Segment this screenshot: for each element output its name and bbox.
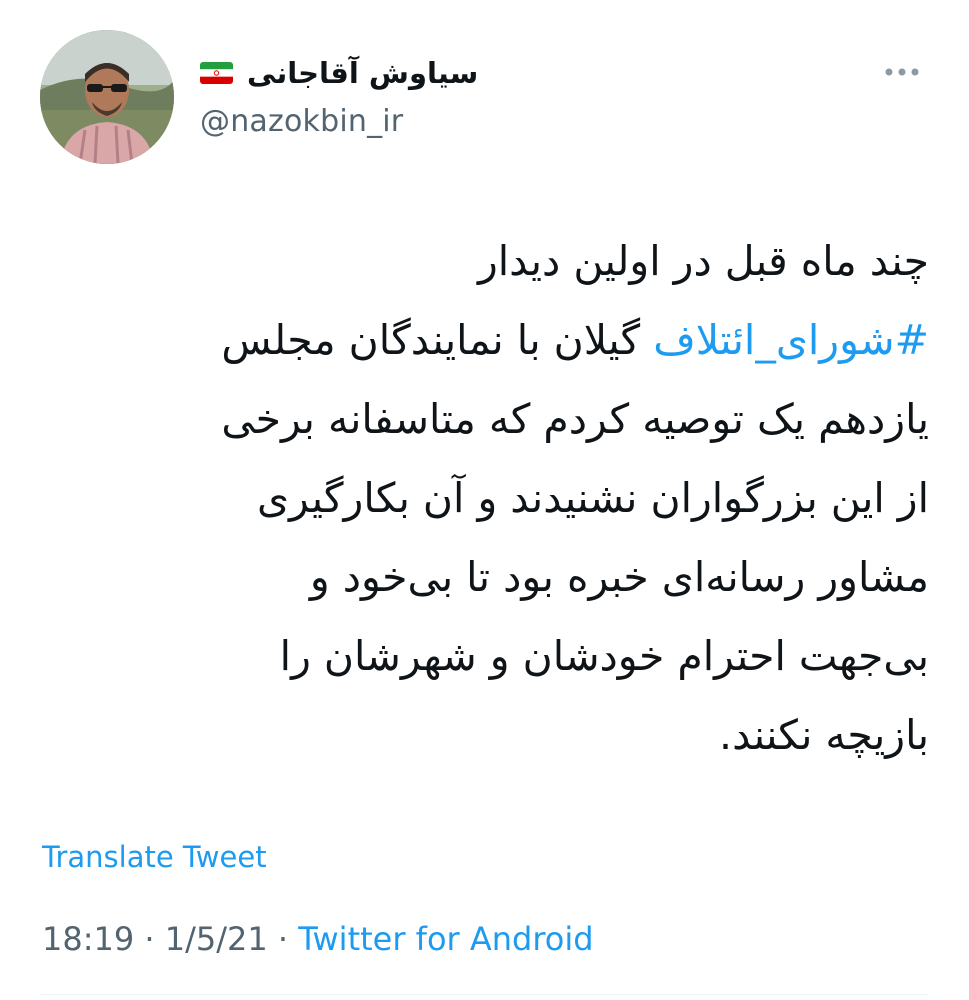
meta-separator: · — [277, 920, 299, 958]
divider — [40, 994, 929, 995]
avatar[interactable] — [40, 30, 174, 164]
tweet-text: چند ماه قبل در اولین دیدار #شورای_ائتلاف… — [29, 222, 929, 775]
tweet-time[interactable]: 18:19 — [42, 920, 134, 958]
more-options-button[interactable] — [880, 52, 924, 92]
more-horizontal-icon — [885, 68, 919, 76]
tweet-line: #شورای_ائتلاف گیلان با نمایندگان مجلس — [29, 301, 929, 380]
tweet-line: چند ماه قبل در اولین دیدار — [477, 237, 929, 285]
tweet-line: مشاور رسانه‌ای خبره بود تا بی‌خود و — [309, 553, 929, 601]
tweet-date[interactable]: 1/5/21 — [165, 920, 268, 958]
meta-separator: · — [144, 920, 165, 958]
author-identity: سیاوش آقاجانی @nazokbin_ir — [200, 48, 520, 139]
hashtag-link[interactable]: #شورای_ائتلاف — [653, 316, 929, 364]
user-handle[interactable]: @nazokbin_ir — [200, 104, 520, 139]
tweet-line-text: گیلان با نمایندگان مجلس — [221, 316, 654, 364]
avatar-photo — [40, 30, 174, 164]
tweet-line: بازیچه نکنند. — [719, 711, 929, 759]
iran-flag-icon — [200, 62, 233, 84]
tweet-line: بی‌جهت احترام خودشان و شهرشان را — [279, 632, 929, 680]
tweet: سیاوش آقاجانی @nazokbin_ir چند ماه قبل د… — [0, 0, 969, 1000]
translate-tweet-link[interactable]: Translate Tweet — [42, 840, 267, 874]
tweet-line: از این بزرگواران نشنیدند و آن بکارگیری — [256, 474, 929, 522]
display-name[interactable]: سیاوش آقاجانی — [247, 56, 478, 90]
tweet-meta: 18:19 · 1/5/21 · Twitter for Android — [42, 920, 594, 958]
name-row: سیاوش آقاجانی — [200, 48, 520, 98]
tweet-line: یازدهم یک توصیه کردم که متاسفانه برخی — [221, 395, 929, 443]
tweet-source-link[interactable]: Twitter for Android — [298, 920, 593, 958]
